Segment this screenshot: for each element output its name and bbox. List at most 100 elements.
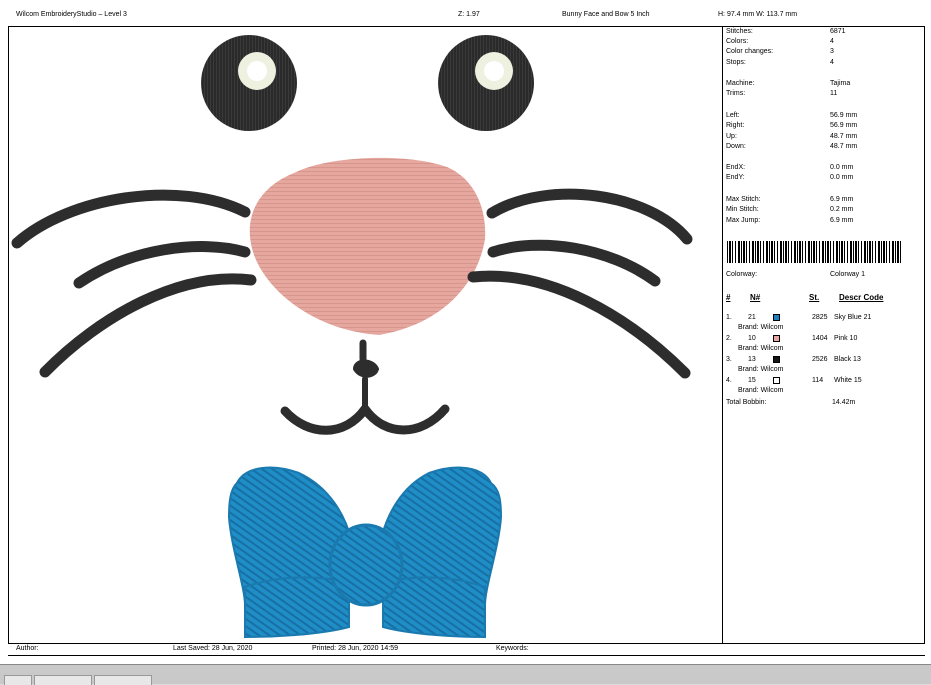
whiskers-left (11, 189, 257, 378)
mouth (280, 339, 450, 435)
page-tab[interactable] (4, 675, 32, 685)
thread-description: Sky Blue 21 (834, 314, 872, 321)
stat-value: 48.7 mm (830, 143, 858, 150)
stat-row: Trims: 11 (726, 90, 921, 100)
stat-value: 6871 (830, 28, 846, 35)
thread-index: 4. (726, 377, 732, 384)
stat-key: Trims: (726, 90, 746, 97)
total-bobbin-row: Total Bobbin: 14.42m (726, 399, 921, 409)
stat-row: Min Stitch: 0.2 mm (726, 206, 921, 216)
thread-color-swatch (773, 356, 780, 363)
stat-value: 3 (830, 48, 834, 55)
stat-row: EndY: 0.0 mm (726, 174, 921, 184)
stat-row: Machine: Tajima (726, 80, 921, 90)
thread-color-swatch (773, 377, 780, 384)
colorway-value: Colorway 1 (830, 271, 866, 278)
thread-stitches: 114 (812, 377, 824, 384)
thread-row: 4. 15 114 White 15 Brand: Wilcom (726, 377, 921, 399)
col-header-num: # (726, 293, 731, 302)
footer-keywords: Keywords: (496, 645, 529, 652)
right-eye (438, 35, 534, 131)
footer-author: Author: (16, 645, 39, 652)
stat-row: Left: 56.9 mm (726, 112, 921, 122)
stat-value: 6.9 mm (830, 196, 854, 203)
col-header-n-num: N# (750, 293, 761, 302)
thread-brand: Brand: Wilcom (738, 387, 784, 394)
stat-key: Down: (726, 143, 746, 150)
stat-row: Colors: 4 (726, 38, 921, 48)
stat-value: Tajima (830, 80, 851, 87)
colorway-row: Colorway: Colorway 1 (726, 271, 921, 281)
stat-key: EndY: (726, 174, 745, 181)
thread-brand: Brand: Wilcom (738, 345, 784, 352)
thread-index: 1. (726, 314, 732, 321)
stat-row: Max Stitch: 6.9 mm (726, 196, 921, 206)
app-title: Wilcom EmbroideryStudio – Level 3 (16, 11, 127, 18)
thread-brand: Brand: Wilcom (738, 366, 784, 373)
thread-description: Pink 10 (834, 335, 858, 342)
stat-row: Down: 48.7 mm (726, 143, 921, 153)
design-size: H: 97.4 mm W: 113.7 mm (718, 11, 798, 18)
footer-printed: Printed: 28 Jun, 2020 14:59 (312, 645, 399, 652)
stat-key: Left: (726, 112, 740, 119)
stat-value: 0.0 mm (830, 174, 854, 181)
stat-row: Color changes: 3 (726, 48, 921, 58)
thread-brand: Brand: Wilcom (738, 324, 784, 331)
stat-key: Min Stitch: (726, 206, 759, 213)
stat-value: 4 (830, 59, 834, 66)
window-bottom-strip (0, 664, 931, 685)
thread-number: 15 (748, 377, 756, 384)
design-name: Bunny Face and Bow 5 Inch (562, 11, 650, 18)
stat-key: Max Stitch: (726, 196, 761, 203)
thread-row: 3. 13 2526 Black 13 Brand: Wilcom (726, 356, 921, 378)
thread-color-swatch (773, 314, 780, 321)
stat-value: 56.9 mm (830, 122, 858, 129)
stat-value: 48.7 mm (830, 133, 858, 140)
stat-value: 4 (830, 38, 834, 45)
stat-value: 0.2 mm (830, 206, 854, 213)
stat-row: Stitches: 6871 (726, 28, 921, 38)
thread-description: White 15 (834, 377, 862, 384)
thread-row: 2. 10 1404 Pink 10 Brand: Wilcom (726, 335, 921, 357)
barcode (727, 241, 902, 263)
stat-value: 11 (830, 90, 838, 97)
footer-last-saved: Last Saved: 28 Jun, 2020 (173, 645, 253, 652)
stat-row: EndX: 0.0 mm (726, 164, 921, 174)
stat-value: 56.9 mm (830, 112, 858, 119)
thread-number: 10 (748, 335, 756, 342)
col-header-descr-code: Descr Code (839, 293, 884, 302)
stat-key: Max Jump: (726, 217, 761, 224)
stat-key: Stops: (726, 59, 746, 66)
total-bobbin-label: Total Bobbin: (726, 399, 767, 406)
thread-stitches: 1404 (812, 335, 828, 342)
stat-row: Stops: 4 (726, 59, 921, 69)
thread-number: 21 (748, 314, 756, 321)
stat-key: Colors: (726, 38, 749, 45)
stat-key: Right: (726, 122, 745, 129)
thread-index: 2. (726, 335, 732, 342)
colorway-label: Colorway: (726, 271, 758, 278)
stat-key: Color changes: (726, 48, 774, 55)
stat-row: Up: 48.7 mm (726, 133, 921, 143)
thread-description: Black 13 (834, 356, 861, 363)
thread-color-swatch (773, 335, 780, 342)
page-tab[interactable] (94, 675, 152, 685)
stat-value: 6.9 mm (830, 217, 854, 224)
thread-number: 13 (748, 356, 756, 363)
design-canvas[interactable] (9, 27, 721, 643)
bow-tie (227, 466, 503, 639)
stat-row: Right: 56.9 mm (726, 122, 921, 132)
col-header-stitches: St. (809, 293, 820, 302)
page-tab[interactable] (34, 675, 92, 685)
whiskers-right (467, 188, 693, 379)
stat-key: Up: (726, 133, 737, 140)
panel-divider (722, 26, 723, 644)
left-eye (201, 35, 297, 131)
stat-value: 0.0 mm (830, 164, 854, 171)
print-preview-sheet: Wilcom EmbroideryStudio – Level 3 Z: 1.9… (0, 0, 931, 664)
zoom-level: Z: 1.97 (458, 11, 480, 18)
stat-row: Max Jump: 6.9 mm (726, 217, 921, 227)
thread-row: 1. 21 2825 Sky Blue 21 Brand: Wilcom (726, 314, 921, 336)
total-bobbin-value: 14.42m (832, 399, 856, 406)
thread-stitches: 2825 (812, 314, 828, 321)
